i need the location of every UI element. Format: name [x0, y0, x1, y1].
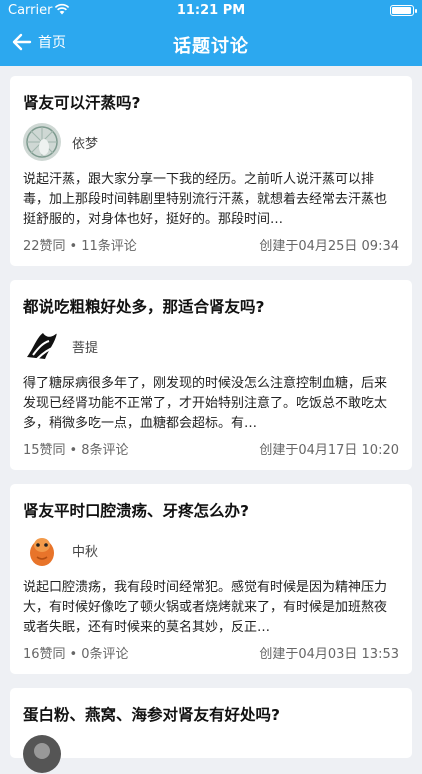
topic-meta: 16赞同 • 0条评论 创建于04月03日 13:53 [23, 643, 399, 662]
likes-count: 15赞同 [23, 443, 66, 458]
topic-title: 肾友可以汗蒸吗? [23, 94, 141, 112]
avatar[interactable] [23, 327, 61, 365]
topic-list: 肾友可以汗蒸吗? 依梦 说起汗蒸，跟大家分享一下我的经历。之前听人说汗蒸可以排毒… [10, 76, 412, 773]
topic-title: 都说吃粗粮好处多，那适合肾友吗? [23, 298, 265, 316]
author-row: 中秋 [23, 530, 399, 570]
author-name[interactable]: 中秋 [72, 541, 98, 560]
likes-count: 22赞同 [23, 239, 66, 254]
topic-stats: 22赞同 • 11条评论 [23, 239, 137, 254]
topic-title: 肾友平时口腔溃疡、牙疼怎么办? [23, 502, 249, 520]
top-bar: Carrier 11:21 PM 首页 话题讨论 [0, 0, 422, 66]
author-row: 菩提 [23, 326, 399, 366]
avatar[interactable] [23, 123, 61, 161]
status-bar: Carrier 11:21 PM [0, 0, 422, 22]
author-name[interactable]: 菩提 [72, 337, 98, 356]
author-name[interactable]: 依梦 [72, 133, 98, 152]
comments-count: 8条评论 [81, 443, 129, 458]
topic-meta: 15赞同 • 8条评论 创建于04月17日 10:20 [23, 439, 399, 458]
topic-title: 蛋白粉、燕窝、海参对肾友有好处吗? [23, 706, 280, 724]
topic-card[interactable]: 蛋白粉、燕窝、海参对肾友有好处吗? [10, 688, 412, 773]
comments-count: 11条评论 [81, 239, 137, 254]
created-time: 创建于04月25日 09:34 [259, 239, 399, 254]
topic-stats: 15赞同 • 8条评论 [23, 443, 129, 458]
page-title: 话题讨论 [173, 36, 249, 57]
likes-count: 16赞同 [23, 647, 66, 662]
topic-stats: 16赞同 • 0条评论 [23, 647, 129, 662]
created-time: 创建于04月17日 10:20 [259, 443, 399, 458]
topic-card[interactable]: 肾友平时口腔溃疡、牙疼怎么办? 中秋 说起口腔溃疡，我有段时间经常犯。感觉有时候… [10, 484, 412, 674]
navigation-bar: 首页 话题讨论 [0, 22, 422, 66]
author-row [23, 734, 399, 774]
topic-card[interactable]: 肾友可以汗蒸吗? 依梦 说起汗蒸，跟大家分享一下我的经历。之前听人说汗蒸可以排毒… [10, 76, 412, 266]
comments-count: 0条评论 [81, 647, 129, 662]
topic-excerpt: 得了糖尿病很多年了，刚发现的时候没怎么注意控制血糖，后来发现已经肾功能不正常了，… [23, 376, 388, 431]
avatar[interactable] [23, 735, 61, 773]
avatar[interactable] [23, 531, 61, 569]
created-time: 创建于04月03日 13:53 [259, 647, 399, 662]
author-row: 依梦 [23, 122, 399, 162]
topic-meta: 22赞同 • 11条评论 创建于04月25日 09:34 [23, 235, 399, 254]
topic-excerpt: 说起口腔溃疡，我有段时间经常犯。感觉有时候是因为精神压力大，有时候好像吃了顿火锅… [23, 580, 388, 635]
status-time: 11:21 PM [176, 3, 246, 18]
battery-icon [390, 5, 417, 16]
topic-card[interactable]: 都说吃粗粮好处多，那适合肾友吗? 菩提 得了糖尿病很多年了，刚发现的时候没怎么注… [10, 280, 412, 470]
topic-excerpt: 说起汗蒸，跟大家分享一下我的经历。之前听人说汗蒸可以排毒，加上那段时间韩剧里特别… [23, 172, 388, 227]
